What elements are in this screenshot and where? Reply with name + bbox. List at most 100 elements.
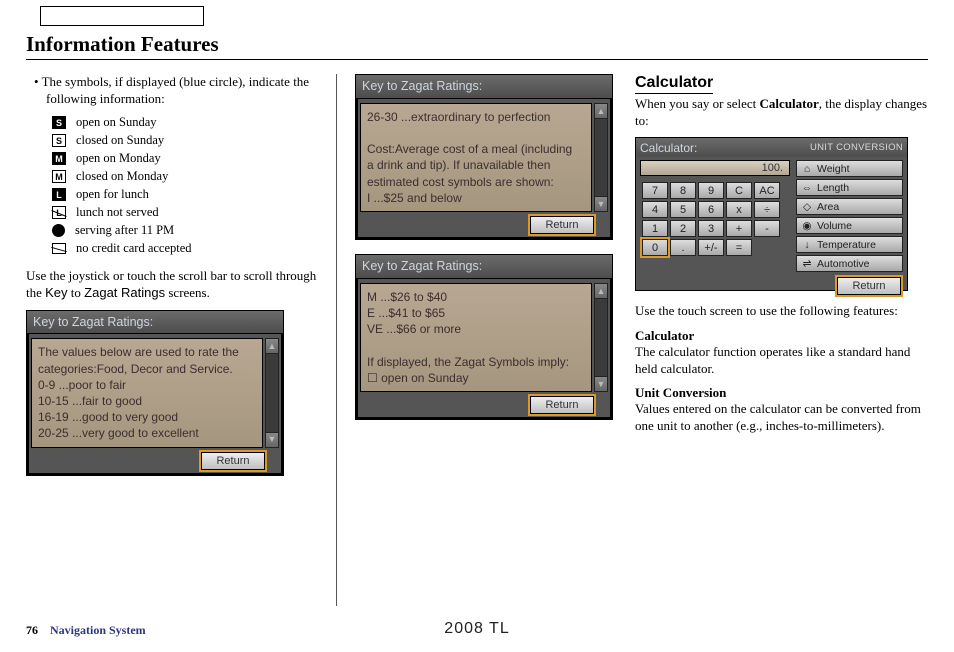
uc-item-area[interactable]: ◇ Area xyxy=(796,198,903,215)
symbol-label: no credit card accepted xyxy=(76,241,192,256)
symbol-row: Llunch not served xyxy=(52,205,318,220)
calc-key-8[interactable]: 8 xyxy=(670,182,696,199)
calc-key-2[interactable]: 2 xyxy=(670,220,696,237)
calc-key-4[interactable]: 4 xyxy=(642,201,668,218)
return-button[interactable]: Return xyxy=(201,452,265,470)
screen-line: categories:Food, Decor and Service. xyxy=(38,361,256,377)
scrollbar[interactable]: ▲ ▼ xyxy=(265,338,279,447)
calc-key-=[interactable]: = xyxy=(726,239,752,256)
symbol-icon xyxy=(52,224,65,237)
txt: Key xyxy=(45,285,67,300)
calc-key-5[interactable]: 5 xyxy=(670,201,696,218)
zagat-screen-1: Key to Zagat Ratings: The values below a… xyxy=(26,310,284,476)
calc-key-+/-[interactable]: +/- xyxy=(698,239,724,256)
symbol-label: open for lunch xyxy=(76,187,149,202)
column-3: Calculator When you say or select Calcul… xyxy=(631,74,928,606)
scrollbar[interactable]: ▲ ▼ xyxy=(594,283,608,392)
symbol-label: closed on Sunday xyxy=(76,133,164,148)
column-2: Key to Zagat Ratings: 26-30 ...extraordi… xyxy=(336,74,613,606)
return-button[interactable]: Return xyxy=(530,396,594,414)
uc-item-temperature[interactable]: ↓Temperature xyxy=(796,236,903,253)
screen-title: Key to Zagat Ratings: xyxy=(356,255,612,279)
calc-key-1[interactable]: 1 xyxy=(642,220,668,237)
symbol-row: Sclosed on Sunday xyxy=(52,133,318,148)
touch-instruction: Use the touch screen to use the followin… xyxy=(635,303,928,320)
screen-line xyxy=(367,125,585,141)
uc-subheading: Unit Conversion xyxy=(635,385,928,401)
txt: Calculator xyxy=(760,96,819,111)
calc-key-9[interactable]: 9 xyxy=(698,182,724,199)
calc-key-+[interactable]: + xyxy=(726,220,752,237)
calc-keypad: 789CAC 456x÷ 123+- 0.+/-= xyxy=(640,180,790,258)
symbol-icon: S xyxy=(52,134,66,147)
symbol-label: open on Sunday xyxy=(76,115,157,130)
calc-desc: The calculator function operates like a … xyxy=(635,344,928,377)
scroll-instruction: Use the joystick or touch the scroll bar… xyxy=(26,268,318,301)
calc-key-7[interactable]: 7 xyxy=(642,182,668,199)
screen-line: M ...$26 to $40 xyxy=(367,289,585,305)
symbol-label: open on Monday xyxy=(76,151,161,166)
screen-line: 16-19 ...good to very good xyxy=(38,409,256,425)
scroll-down-icon[interactable]: ▼ xyxy=(594,376,608,392)
calc-key-.[interactable]: . xyxy=(670,239,696,256)
uc-icon: ◉ xyxy=(801,220,813,232)
screen-title: Key to Zagat Ratings: xyxy=(27,311,283,335)
scrollbar[interactable]: ▲ ▼ xyxy=(594,103,608,212)
symbol-label: serving after 11 PM xyxy=(75,223,174,238)
section-name: Navigation System xyxy=(50,623,146,638)
uc-label: Length xyxy=(817,182,849,194)
symbol-row: Sopen on Sunday xyxy=(52,115,318,130)
uc-icon: ⇔ xyxy=(801,182,813,194)
screen-line: a drink and tip). If unavailable then xyxy=(367,157,585,173)
uc-icon: ◇ xyxy=(801,201,813,213)
calc-title: Calculator: xyxy=(640,141,697,155)
calc-key-0[interactable]: 0 xyxy=(642,239,668,256)
header-box xyxy=(40,6,204,26)
calc-key-x[interactable]: x xyxy=(726,201,752,218)
symbol-label: closed on Monday xyxy=(76,169,168,184)
return-button[interactable]: Return xyxy=(837,277,901,295)
return-button[interactable]: Return xyxy=(530,216,594,234)
unit-conversion-header: UNIT CONVERSION xyxy=(810,142,903,153)
symbol-row: serving after 11 PM xyxy=(52,223,318,238)
symbol-icon xyxy=(52,243,66,254)
screen-line: I ...$25 and below xyxy=(367,190,585,206)
uc-item-weight[interactable]: ⌂Weight xyxy=(796,160,903,177)
uc-item-length[interactable]: ⇔ Length xyxy=(796,179,903,196)
calc-key--[interactable]: - xyxy=(754,220,780,237)
page-title: Information Features xyxy=(26,32,928,60)
scroll-up-icon[interactable]: ▲ xyxy=(265,338,279,354)
zagat-screen-2: Key to Zagat Ratings: 26-30 ...extraordi… xyxy=(355,74,613,240)
uc-label: Temperature xyxy=(817,239,876,251)
screen-line: 0-9 ...poor to fair xyxy=(38,377,256,393)
symbol-icon: S xyxy=(52,116,66,129)
scroll-down-icon[interactable]: ▼ xyxy=(265,432,279,448)
zagat-screen-3: Key to Zagat Ratings: M ...$26 to $40E .… xyxy=(355,254,613,420)
symbol-icon: M xyxy=(52,152,66,165)
txt: Zagat Ratings xyxy=(84,285,165,300)
txt: to xyxy=(68,285,85,300)
scroll-track[interactable] xyxy=(265,354,279,431)
calc-key-AC[interactable]: AC xyxy=(754,182,780,199)
calculator-screen: Calculator: UNIT CONVERSION 100. 789CAC 4… xyxy=(635,137,908,291)
scroll-up-icon[interactable]: ▲ xyxy=(594,103,608,119)
scroll-track[interactable] xyxy=(594,299,608,376)
uc-item-volume[interactable]: ◉Volume xyxy=(796,217,903,234)
calc-key-÷[interactable]: ÷ xyxy=(754,201,780,218)
scroll-track[interactable] xyxy=(594,119,608,196)
symbol-icon: M xyxy=(52,170,66,183)
screen-line: VE ...$66 or more xyxy=(367,321,585,337)
symbol-row: Lopen for lunch xyxy=(52,187,318,202)
calculator-heading: Calculator xyxy=(635,74,713,94)
calc-key-3[interactable]: 3 xyxy=(698,220,724,237)
uc-label: Area xyxy=(817,201,839,213)
screen-line: Cost:Average cost of a meal (including xyxy=(367,141,585,157)
calc-key-C[interactable]: C xyxy=(726,182,752,199)
calc-display: 100. xyxy=(640,160,790,176)
scroll-up-icon[interactable]: ▲ xyxy=(594,283,608,299)
uc-item-automotive[interactable]: ⇌Automotive xyxy=(796,255,903,272)
txt: When you say or select xyxy=(635,96,760,111)
scroll-down-icon[interactable]: ▼ xyxy=(594,196,608,212)
calc-key-6[interactable]: 6 xyxy=(698,201,724,218)
content-columns: • The symbols, if displayed (blue circle… xyxy=(26,74,928,606)
